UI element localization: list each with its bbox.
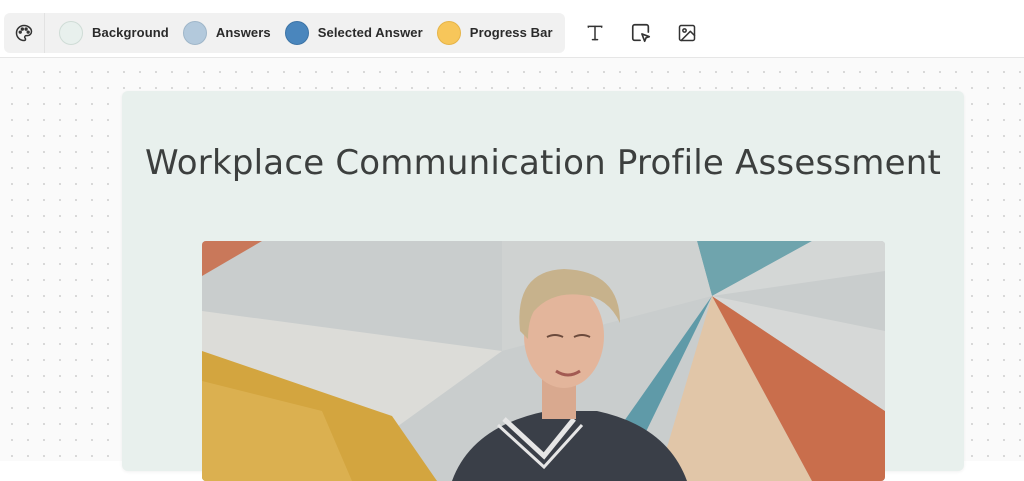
select-tool-button[interactable]	[627, 19, 655, 47]
cursor-select-icon	[631, 23, 650, 42]
swatch-label: Background	[92, 25, 169, 40]
theme-colors-group: Background Answers Selected Answer Progr…	[4, 12, 565, 53]
text-icon	[587, 25, 603, 40]
background-color-swatch	[59, 20, 83, 45]
swatch-label: Selected Answer	[317, 25, 423, 40]
quiz-card[interactable]: Workplace Communication Profile Assessme…	[122, 91, 964, 481]
palette-icon	[15, 24, 33, 41]
swatch-label: Answers	[215, 25, 271, 40]
swatch-label: Progress Bar	[469, 25, 553, 40]
editor-toolbar: Background Answers Selected Answer Progr…	[0, 8, 1024, 58]
palette-button[interactable]	[4, 12, 45, 53]
quiz-title[interactable]: Workplace Communication Profile Assessme…	[122, 143, 964, 184]
swatch-background[interactable]: Background	[59, 13, 169, 53]
quiz-cover-image[interactable]	[202, 241, 885, 481]
swatch-progress-bar[interactable]: Progress Bar	[436, 13, 553, 53]
text-tool-button[interactable]	[581, 19, 609, 47]
portrait-photo	[202, 241, 885, 481]
selected-answer-color-swatch	[284, 20, 309, 45]
editor-canvas: Workplace Communication Profile Assessme…	[0, 58, 1024, 481]
swatch-selected-answer[interactable]: Selected Answer	[284, 13, 423, 53]
progress-bar-color-swatch	[436, 20, 461, 45]
swatch-answers[interactable]: Answers	[182, 13, 271, 53]
image-tool-button[interactable]	[673, 19, 701, 47]
answers-color-swatch	[182, 20, 207, 45]
image-icon	[678, 24, 695, 41]
